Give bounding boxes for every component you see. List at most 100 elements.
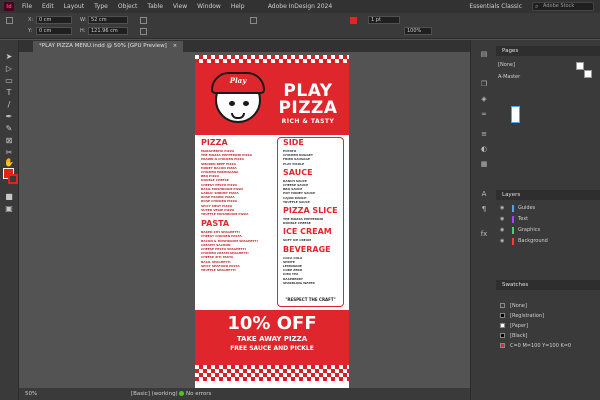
line-tool-icon[interactable]: /	[3, 100, 15, 110]
selection-tool-icon[interactable]: ➤	[3, 52, 15, 62]
mascot-right-eye	[243, 101, 249, 106]
control-panel: X: 0 cm Y: 0 cm W: 52 cm H: 121.96 cm 1 …	[0, 13, 600, 39]
indesign-window: Id File Edit Layout Type Object Table Vi…	[0, 0, 600, 400]
swatches-panel-header[interactable]: Swatches	[496, 280, 600, 290]
preflight-ok-icon	[179, 391, 184, 396]
layer-name: Background	[518, 238, 548, 244]
swatch-row[interactable]: [Registration]	[496, 312, 600, 321]
swatch-name: [None]	[510, 303, 527, 309]
master-thumb-left[interactable]	[576, 62, 584, 70]
document-canvas[interactable]: Play PLAY PIZZA RICH & TASTY PIZZA MARGH…	[19, 52, 470, 388]
type-tool-icon[interactable]: T	[3, 88, 15, 98]
close-tab-icon[interactable]: ×	[173, 43, 178, 49]
menu-table[interactable]: Table	[142, 3, 168, 10]
promo-discount: 10% OFF	[227, 313, 317, 334]
layers-panel-header[interactable]: Layers	[496, 190, 600, 200]
rotate-icon[interactable]	[140, 17, 147, 24]
document-tab-bar: *PLAY PIZZA MENU.indd @ 50% [GPU Preview…	[19, 40, 470, 52]
pages-panel-header[interactable]: Pages	[496, 46, 600, 56]
menu-help[interactable]: Help	[226, 3, 250, 10]
pages-none-master[interactable]: [None]	[496, 62, 600, 68]
stroke-color-swatch[interactable]	[8, 174, 18, 184]
w-field[interactable]: 52 cm	[88, 16, 128, 24]
layer-row[interactable]: ◉ Background	[496, 237, 600, 247]
menu-layout[interactable]: Layout	[59, 3, 89, 10]
menu-item: TRUFFLE MUSHROOM PIZZA	[201, 212, 249, 217]
swatch-row[interactable]: C=0 M=100 Y=100 K=0	[496, 342, 600, 351]
swatch-row[interactable]: [None]	[496, 302, 600, 311]
swatch-name: [Paper]	[510, 323, 529, 329]
menu-file[interactable]: File	[17, 3, 37, 10]
flip-icon[interactable]	[250, 17, 257, 24]
color-panel-icon[interactable]: ◐	[479, 145, 489, 154]
pizza-menu-poster[interactable]: Play PLAY PIZZA RICH & TASTY PIZZA MARGH…	[195, 55, 349, 388]
swatch-name: [Registration]	[510, 313, 545, 319]
indesign-logo: Id	[4, 2, 14, 11]
workspace-switcher[interactable]: Essentials Classic	[469, 3, 522, 10]
character-panel-icon[interactable]: A	[479, 190, 489, 199]
swatch-chip	[500, 303, 505, 308]
hand-tool-icon[interactable]: ✋	[3, 158, 15, 168]
menu-item: DOUBLE CHEESE	[283, 221, 311, 226]
stroke-weight-field[interactable]: 1 pt	[368, 16, 400, 24]
layer-name: Text	[518, 216, 529, 222]
menu-view[interactable]: View	[168, 3, 192, 10]
left-column: PIZZA MARGHERITA PIZZA THE MOZZA PEPPERON…	[201, 138, 258, 273]
links-panel-icon[interactable]: ∞	[479, 110, 489, 119]
apply-color-icon[interactable]: ■	[3, 192, 15, 202]
page-tool-icon[interactable]: ▭	[3, 76, 15, 86]
swatch-row[interactable]: [Black]	[496, 332, 600, 341]
visibility-eye-icon[interactable]: ◉	[500, 205, 504, 211]
category-pizza: PIZZA	[201, 138, 228, 147]
menu-item: TRUFFLE SAUCE	[283, 199, 310, 204]
menu-item: PLAY PICKLE	[283, 161, 305, 166]
opacity-field[interactable]: 100%	[404, 27, 432, 35]
pizza-list: MARGHERITA PIZZA THE MOZZA PEPPERONI PIZZ…	[201, 149, 258, 216]
layer-row[interactable]: ◉ Guides	[496, 204, 600, 214]
pages-panel-icon[interactable]: ❐	[479, 80, 489, 89]
preview-mode-icon[interactable]: ▣	[3, 204, 15, 214]
paragraph-panel-icon[interactable]: ¶	[479, 205, 489, 214]
menu-edit[interactable]: Edit	[37, 3, 59, 10]
pen-tool-icon[interactable]: ✒	[3, 112, 15, 122]
swatches-panel-icon[interactable]: ▦	[479, 160, 489, 169]
swatch-name: C=0 M=100 Y=100 K=0	[510, 343, 572, 349]
preflight-profile[interactable]: [Basic] (working)	[131, 391, 178, 397]
effects-panel-icon[interactable]: fx	[479, 230, 489, 239]
reference-point-icon[interactable]	[6, 17, 13, 24]
menu-window[interactable]: Window	[192, 3, 226, 10]
menu-item: SPARKLING WATER	[283, 280, 315, 285]
status-bar: 50% [Basic] (working) No errors	[19, 388, 470, 400]
layer-row[interactable]: ◉ Graphics	[496, 226, 600, 236]
poster-header: Play PLAY PIZZA RICH & TASTY	[195, 63, 349, 135]
x-field[interactable]: 0 cm	[36, 16, 72, 24]
layer-row[interactable]: ◉ Text	[496, 215, 600, 225]
rectangle-frame-tool-icon[interactable]: ⊠	[3, 136, 15, 146]
page-1-thumb[interactable]	[511, 106, 520, 123]
stock-search-input[interactable]: ⌕ Adobe Stock	[532, 2, 594, 11]
zoom-level[interactable]: 50%	[25, 391, 37, 397]
master-thumb-right[interactable]	[584, 70, 592, 78]
category-ice-cream: ICE CREAM	[283, 227, 332, 237]
fill-swatch-icon[interactable]	[350, 17, 357, 24]
menu-bar: Id File Edit Layout Type Object Table Vi…	[0, 0, 600, 13]
scissors-tool-icon[interactable]: ✂	[3, 148, 15, 158]
category-side: SIDE	[283, 138, 304, 147]
stroke-panel-icon[interactable]: ≡	[479, 130, 489, 139]
bottom-checker-border-2	[195, 373, 349, 381]
y-field[interactable]: 0 cm	[36, 27, 72, 35]
shear-icon[interactable]	[140, 28, 147, 35]
visibility-eye-icon[interactable]: ◉	[500, 227, 504, 233]
document-tab[interactable]: *PLAY PIZZA MENU.indd @ 50% [GPU Preview…	[33, 41, 184, 52]
preflight-status[interactable]: No errors	[179, 391, 211, 397]
direct-selection-tool-icon[interactable]: ▷	[3, 64, 15, 74]
layers-panel-icon[interactable]: ◈	[479, 95, 489, 104]
properties-icon[interactable]: ▤	[479, 50, 489, 59]
pencil-tool-icon[interactable]: ✎	[3, 124, 15, 134]
visibility-eye-icon[interactable]: ◉	[500, 216, 504, 222]
h-field[interactable]: 121.96 cm	[88, 27, 128, 35]
menu-object[interactable]: Object	[113, 3, 143, 10]
visibility-eye-icon[interactable]: ◉	[500, 238, 504, 244]
menu-type[interactable]: Type	[89, 3, 113, 10]
swatch-row[interactable]: [Paper]	[496, 322, 600, 331]
